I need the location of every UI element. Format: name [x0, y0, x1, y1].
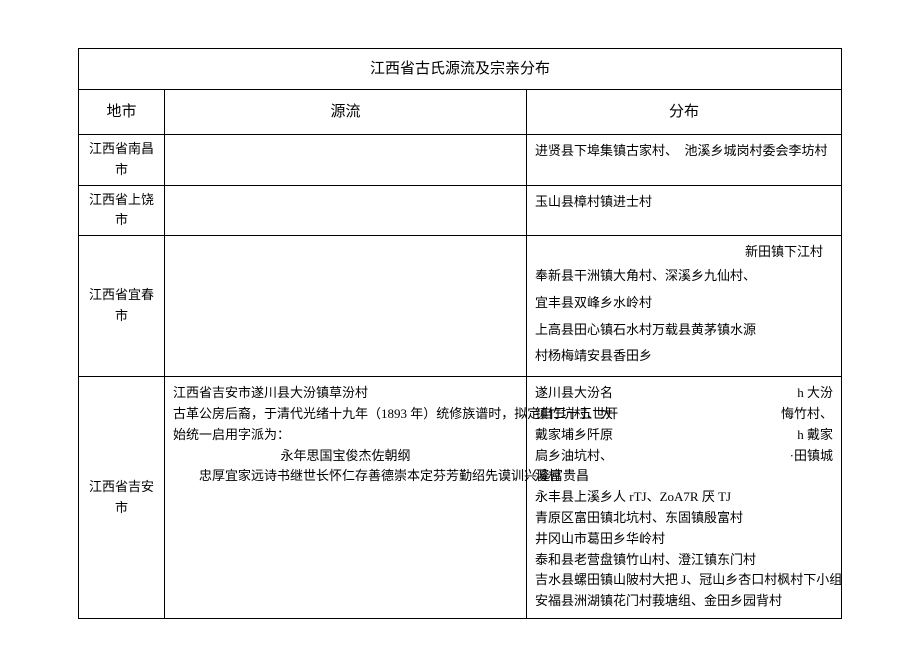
dist-line: 宜丰县双峰乡水岭村 [535, 290, 833, 317]
dist-line: 扃乡油坑村、·田镇城 [535, 446, 833, 467]
dist-line: 奉新县干洲镇大角村、深溪乡九仙村、 [535, 263, 833, 290]
dist-line: 青原区富田镇北坑村、东固镇殷富村 [535, 508, 833, 529]
table-title-row: 江西省古氏源流及宗亲分布 [79, 49, 842, 90]
dist-line: 吉水县螺田镇山陂村大把 J、冠山乡杏口村枫村下小组 [535, 570, 833, 591]
origin-cell [165, 135, 527, 186]
distribution-cell: 新田镇下江村 奉新县干洲镇大角村、深溪乡九仙村、 宜丰县双峰乡水岭村 上高县田心… [527, 236, 842, 377]
dist-line: 玉山县樟村镇进士村 [535, 192, 833, 213]
origin-line: 忠厚宜家远诗书继世长怀仁存善德崇本定芬芳勤绍先谟训兴隆富贵昌 [173, 466, 518, 487]
region-cell: 江西省宜春市 [79, 236, 165, 377]
dist-line: 上高县田心镇石水村万载县黄茅镇水源 [535, 317, 833, 344]
table-header-row: 地市 源流 分布 [79, 90, 842, 135]
origin-cell: 江西省吉安市遂川县大汾镇草汾村 古革公房后裔，于清代光绪十九年（1893 年）统… [165, 377, 527, 619]
origin-line: 江西省吉安市遂川县大汾镇草汾村 [173, 383, 518, 404]
region-cell: 江西省吉安市 [79, 377, 165, 619]
origin-line: 始统一启用字派为： [173, 425, 518, 446]
dist-line: 永丰县上溪乡人 rTJ、ZoA7R 厌 TJ [535, 487, 833, 508]
table-title: 江西省古氏源流及宗亲分布 [79, 49, 842, 90]
col-header-distribution: 分布 [527, 90, 842, 135]
origin-line: 永年思国宝俊杰佐朝纲 [173, 446, 518, 467]
dist-line: 戴家埔乡阡原h 戴家 [535, 425, 833, 446]
dist-line: 新田镇下江村 [535, 242, 833, 263]
dist-line: 遂川县大汾名h 大汾 [535, 383, 833, 404]
dist-line: 泰和县老营盘镇竹山村、澄江镇东门村 [535, 550, 833, 571]
col-header-origin: 源流 [165, 90, 527, 135]
dist-line: 村杨梅靖安县香田乡 [535, 343, 833, 370]
dist-line: 溪村 [535, 466, 833, 487]
dist-line: 进贤县下埠集镇古家村、 池溪乡城岗村委会李坊村 [535, 141, 833, 162]
table-row: 江西省上饶市 玉山县樟村镇进士村 [79, 185, 842, 236]
dist-line: 安福县洲湖镇花门村莪塘组、金田乡园背村 [535, 591, 833, 612]
distribution-cell: 玉山县樟村镇进士村 [527, 185, 842, 236]
genealogy-table: 江西省古氏源流及宗亲分布 地市 源流 分布 江西省南昌市 进贤县下埠集镇古家村、… [78, 48, 842, 619]
col-header-region: 地市 [79, 90, 165, 135]
table-row: 江西省南昌市 进贤县下埠集镇古家村、 池溪乡城岗村委会李坊村 [79, 135, 842, 186]
origin-cell [165, 236, 527, 377]
origin-cell [165, 185, 527, 236]
dist-line: 镇竹坑村、大悔竹村、 [535, 404, 833, 425]
dist-line: 井冈山市葛田乡华岭村 [535, 529, 833, 550]
table-row: 江西省宜春市 新田镇下江村 奉新县干洲镇大角村、深溪乡九仙村、 宜丰县双峰乡水岭… [79, 236, 842, 377]
distribution-cell: 进贤县下埠集镇古家村、 池溪乡城岗村委会李坊村 [527, 135, 842, 186]
distribution-cell: 遂川县大汾名h 大汾 镇竹坑村、大悔竹村、 戴家埔乡阡原h 戴家 扃乡油坑村、·… [527, 377, 842, 619]
region-cell: 江西省上饶市 [79, 185, 165, 236]
region-cell: 江西省南昌市 [79, 135, 165, 186]
origin-line: 古革公房后裔，于清代光绪十九年（1893 年）统修族谱时，拟定自三十五世开 [173, 404, 518, 425]
table-row: 江西省吉安市 江西省吉安市遂川县大汾镇草汾村 古革公房后裔，于清代光绪十九年（1… [79, 377, 842, 619]
